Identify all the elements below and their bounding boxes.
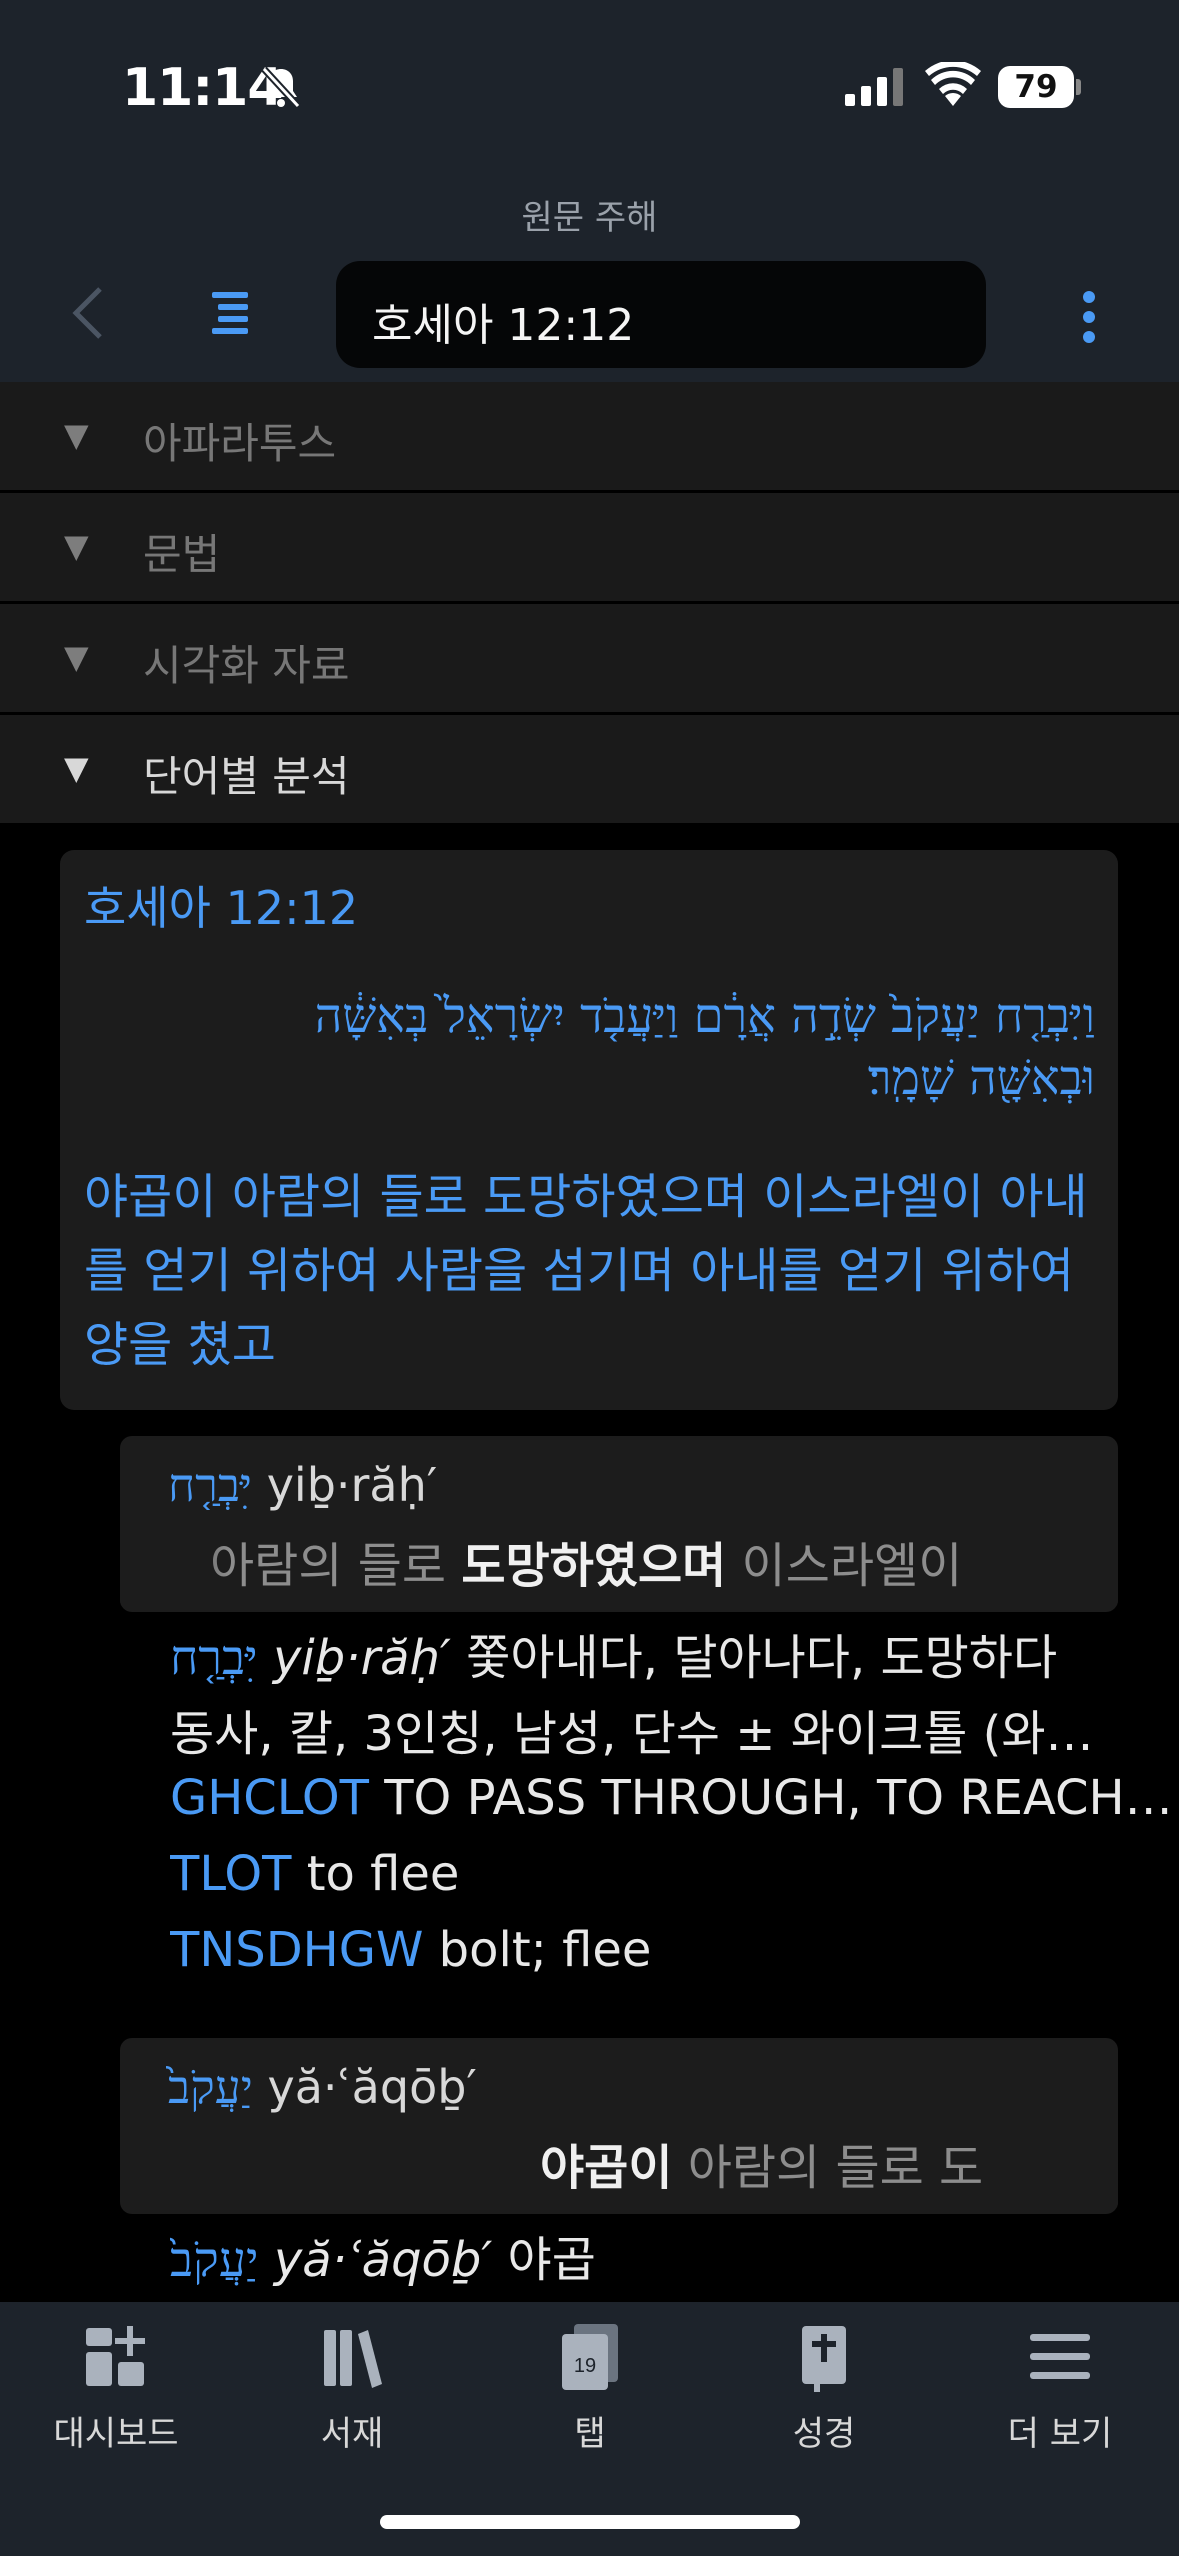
tab-label: 대시보드 bbox=[53, 2414, 179, 2454]
word-context-card[interactable]: יִּבְרַ֤ח yiḇ·răḥ′ 아람의 들로 도망하였으며 이스라엘이 bbox=[120, 1436, 1118, 1612]
tab-more[interactable]: 더 보기 bbox=[960, 2322, 1160, 2455]
lexicon-text: TO PASS THROUGH, TO REACH… bbox=[384, 1770, 1173, 1826]
transliteration: yiḇ·răḥ′ bbox=[266, 1458, 438, 1512]
tab-count-badge: 19 bbox=[574, 2355, 596, 2377]
disclosure-triangle-icon: ▼ bbox=[64, 749, 89, 787]
wifi-icon bbox=[925, 62, 981, 106]
section-label: 단어별 분석 bbox=[143, 752, 350, 801]
lexicon-source[interactable]: GHCLOT bbox=[170, 1770, 369, 1826]
section-visual-resources[interactable]: ▼ 시각화 자료 bbox=[0, 604, 1179, 715]
tab-label: 서재 bbox=[320, 2414, 384, 2454]
context-after: 아람의 들로 도 bbox=[672, 2140, 984, 2196]
section-label: 문법 bbox=[143, 530, 221, 579]
battery-indicator: 79 bbox=[998, 66, 1074, 108]
outline-list-icon[interactable] bbox=[212, 290, 252, 336]
lexicon-text: bolt; flee bbox=[438, 1922, 652, 1978]
tab-tabs[interactable]: 19 탭 bbox=[490, 2322, 690, 2455]
section-label: 아파라투스 bbox=[143, 419, 337, 468]
fade-right bbox=[998, 1516, 1118, 1606]
word-headword: יִּבְרַ֤ח yiḇ·răḥ′ bbox=[168, 1458, 437, 1512]
lexicon-source[interactable]: TLOT bbox=[170, 1846, 291, 1902]
transliteration: yă·ʿăqōḇ′ bbox=[267, 2060, 477, 2114]
home-indicator[interactable] bbox=[380, 2515, 800, 2529]
reference-text: 호세아 12:12 bbox=[372, 300, 635, 351]
transliteration: yiḇ·răḥ′ bbox=[272, 1630, 451, 1686]
tabs-icon: 19 bbox=[562, 2324, 618, 2390]
bible-icon bbox=[802, 2326, 846, 2392]
lexicon-entry[interactable]: TNSDHGW bolt; flee bbox=[170, 1922, 1175, 1978]
dashboard-icon bbox=[86, 2326, 145, 2386]
hebrew-word: יַעֲקֹב֙ bbox=[168, 2060, 253, 2114]
fade-right bbox=[998, 2118, 1118, 2208]
word-context-card[interactable]: יַעֲקֹב֙ yă·ʿăqōḇ′ 야곱이 아람의 들로 도 bbox=[120, 2038, 1118, 2214]
battery-cap bbox=[1076, 79, 1081, 95]
verse-translation: 야곱이 아람의 들로 도망하였으며 이스라엘이 아내를 얻기 위하여 사람을 섬… bbox=[84, 1169, 1088, 1373]
context-before: 아람의 들로 bbox=[210, 1538, 462, 1594]
word-definition-line: יַעֲקֹב֙ yă·ʿăqōḇ′ 야곱 bbox=[170, 2220, 1175, 2290]
tab-label: 더 보기 bbox=[1007, 2414, 1113, 2454]
lexicon-text: to flee bbox=[306, 1846, 460, 1902]
tab-library[interactable]: 서재 bbox=[252, 2322, 452, 2455]
disclosure-triangle-icon: ▼ bbox=[64, 527, 89, 565]
context-after: 이스라엘이 bbox=[726, 1538, 963, 1594]
back-chevron-icon[interactable] bbox=[70, 285, 106, 341]
verse-reference[interactable]: 호세아 12:12 bbox=[84, 872, 358, 938]
word-headword: יַעֲקֹב֙ yă·ʿăqōḇ′ bbox=[168, 2060, 477, 2114]
library-icon bbox=[324, 2330, 382, 2388]
section-apparatus[interactable]: ▼ 아파라투스 bbox=[0, 382, 1179, 493]
context-snippet: 야곱이 아람의 들로 도 bbox=[540, 2128, 983, 2198]
word-definition-line: יִּבְרַ֤ח yiḇ·răḥ′ 쫓아내다, 달아나다, 도망하다 bbox=[170, 1618, 1175, 1688]
silent-bell-icon bbox=[261, 66, 301, 109]
cellular-signal-icon bbox=[845, 68, 903, 106]
hebrew-word[interactable]: יַעֲקֹב֙ bbox=[170, 2232, 259, 2288]
disclosure-triangle-icon: ▼ bbox=[64, 416, 89, 454]
lexicon-entry[interactable]: GHCLOT TO PASS THROUGH, TO REACH… bbox=[170, 1770, 1175, 1826]
tab-label: 성경 bbox=[792, 2414, 856, 2454]
section-word-analysis[interactable]: ▼ 단어별 분석 bbox=[0, 715, 1179, 826]
word-parsing[interactable]: 동사, 칼, 3인칭, 남성, 단수 ± 와이크톨 (와… bbox=[170, 1694, 1175, 1764]
lexicon-source[interactable]: TNSDHGW bbox=[170, 1922, 423, 1978]
context-snippet: 아람의 들로 도망하였으며 이스라엘이 bbox=[210, 1526, 962, 1596]
tab-bible[interactable]: 성경 bbox=[724, 2322, 924, 2455]
context-highlight: 야곱이 bbox=[540, 2140, 673, 2196]
hebrew-word[interactable]: יִּבְרַ֤ח bbox=[170, 1630, 258, 1686]
fade-left bbox=[120, 1516, 230, 1606]
menu-icon bbox=[1030, 2334, 1090, 2379]
hebrew-verse-text: וַיִּבְרַ֤ח יַעֲקֹב֙ שְׂדֵ֣ה אֲרָ֔ם וַיַ… bbox=[314, 988, 1095, 1106]
section-grammar[interactable]: ▼ 문법 bbox=[0, 493, 1179, 604]
context-highlight: 도망하였으며 bbox=[461, 1538, 727, 1594]
gloss: 야곱 bbox=[507, 2232, 596, 2288]
section-label: 시각화 자료 bbox=[143, 641, 350, 690]
disclosure-triangle-icon: ▼ bbox=[64, 638, 89, 676]
gloss: 쫓아내다, 달아나다, 도망하다 bbox=[466, 1630, 1058, 1686]
more-options-icon[interactable] bbox=[1081, 289, 1097, 345]
transliteration: yă·ʿăqōḇ′ bbox=[273, 2232, 493, 2288]
tab-label: 탭 bbox=[574, 2414, 606, 2454]
tab-dashboard[interactable]: 대시보드 bbox=[16, 2322, 216, 2455]
lexicon-entry[interactable]: TLOT to flee bbox=[170, 1846, 1175, 1902]
hebrew-word: יִּבְרַ֤ח bbox=[168, 1458, 253, 1512]
page-title: 원문 주해 bbox=[521, 198, 658, 238]
